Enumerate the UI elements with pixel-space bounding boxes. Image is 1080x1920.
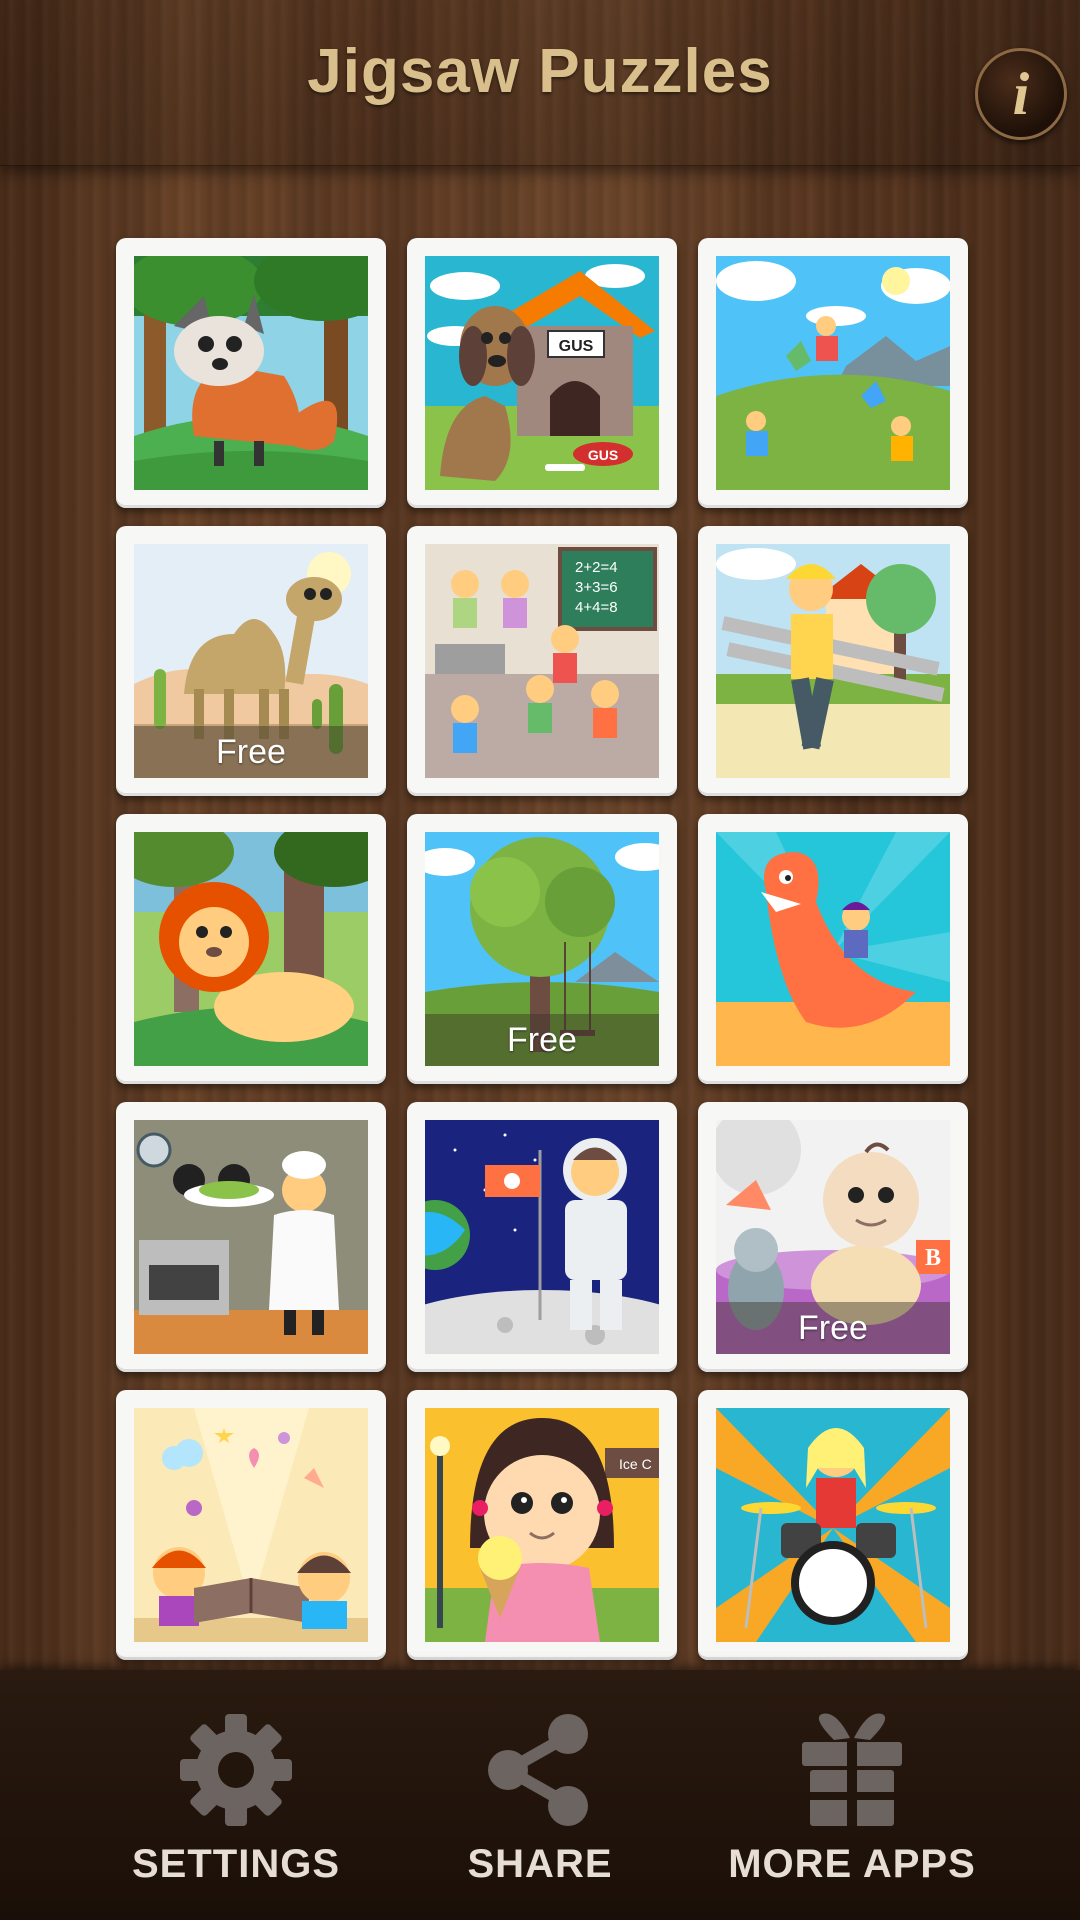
share-label: SHARE	[467, 1842, 613, 1886]
puzzle-card-astronaut[interactable]	[407, 1102, 677, 1372]
gear-icon	[180, 1714, 292, 1826]
gift-icon	[802, 1713, 902, 1826]
puzzle-card-kites[interactable]	[698, 238, 968, 508]
app-header: Jigsaw Puzzles i	[0, 0, 1080, 166]
puzzle-thumbnail	[134, 1408, 368, 1642]
puzzle-thumbnail: 2+2=4 3+3=6 4+4=8	[425, 544, 659, 778]
dog-bowl-text: GUS	[588, 447, 618, 463]
more-apps-button[interactable]: MORE APPS	[702, 1710, 1002, 1910]
puzzle-card-dog[interactable]: GUS GUS	[407, 238, 677, 508]
puzzle-card-chef[interactable]	[116, 1102, 386, 1372]
free-badge: Free	[216, 733, 286, 771]
info-icon: i	[1012, 61, 1030, 127]
puzzle-thumbnail	[716, 832, 950, 1066]
puzzle-card-baby[interactable]: B Free	[698, 1102, 968, 1372]
puzzle-grid: GUS GUS Free 2+2=4 3+3=6 4+4=8 Free B Fr…	[116, 238, 968, 1660]
settings-label: SETTINGS	[131, 1842, 341, 1886]
puzzle-thumbnail	[716, 544, 950, 778]
puzzle-thumbnail	[134, 832, 368, 1066]
puzzle-thumbnail: B Free	[716, 1120, 950, 1354]
chalkboard-line-3: 4+4=8	[575, 599, 618, 616]
toy-block-letter: B	[925, 1245, 941, 1271]
puzzle-card-ice-cream[interactable]: Ice C	[407, 1390, 677, 1660]
puzzle-thumbnail	[134, 256, 368, 490]
chalkboard-line-2: 3+3=6	[575, 579, 618, 596]
puzzle-card-builder[interactable]	[698, 526, 968, 796]
app-title: Jigsaw Puzzles	[307, 37, 773, 106]
puzzle-thumbnail: Free	[425, 832, 659, 1066]
puzzle-card-magic-book[interactable]	[116, 1390, 386, 1660]
shop-sign-text: Ice C	[619, 1456, 652, 1472]
more-apps-label: MORE APPS	[728, 1842, 976, 1886]
puzzle-card-dinosaur[interactable]	[698, 814, 968, 1084]
puzzle-card-school[interactable]: 2+2=4 3+3=6 4+4=8	[407, 526, 677, 796]
puzzle-card-drummer[interactable]	[698, 1390, 968, 1660]
share-button[interactable]: SHARE	[390, 1710, 690, 1910]
puzzle-thumbnail	[134, 1120, 368, 1354]
puzzle-thumbnail	[716, 1408, 950, 1642]
bottom-bar: SETTINGS SHARE MORE APPS	[0, 1670, 1080, 1920]
settings-button[interactable]: SETTINGS	[86, 1710, 386, 1910]
puzzle-thumbnail	[716, 256, 950, 490]
puzzle-card-camel[interactable]: Free	[116, 526, 386, 796]
puzzle-card-fox[interactable]	[116, 238, 386, 508]
puzzle-card-tree-swing[interactable]: Free	[407, 814, 677, 1084]
free-badge: Free	[798, 1309, 868, 1347]
puzzle-thumbnail: Ice C	[425, 1408, 659, 1642]
info-button[interactable]: i	[975, 48, 1067, 140]
doghouse-sign-text: GUS	[559, 338, 594, 355]
puzzle-thumbnail	[425, 1120, 659, 1354]
puzzle-thumbnail: GUS GUS	[425, 256, 659, 490]
puzzle-thumbnail: Free	[134, 544, 368, 778]
free-badge: Free	[507, 1021, 577, 1059]
share-icon	[488, 1714, 588, 1826]
chalkboard-line-1: 2+2=4	[575, 559, 618, 576]
puzzle-card-lion[interactable]	[116, 814, 386, 1084]
